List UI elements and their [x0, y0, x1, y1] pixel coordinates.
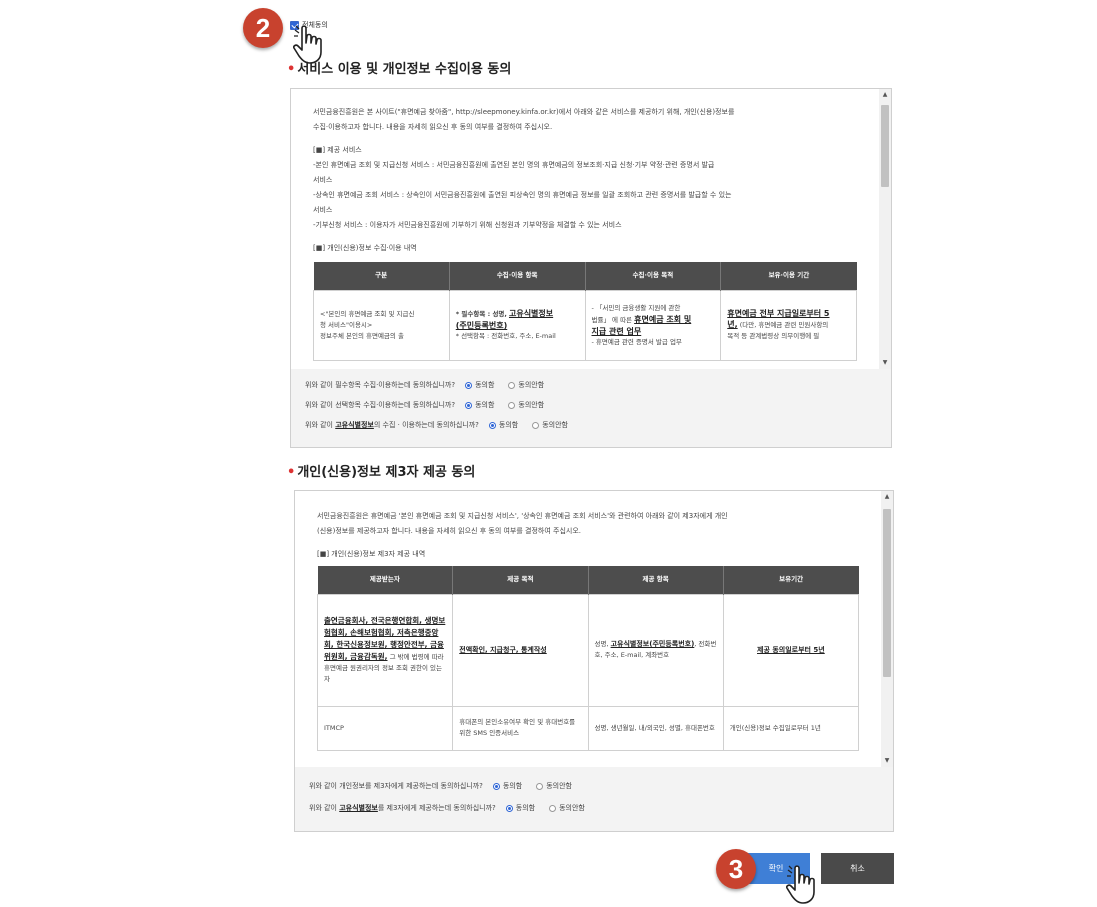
- service-heading: [■] 제공 서비스: [313, 146, 362, 154]
- third-party-scroll-area[interactable]: 서민금융진흥원은 휴면예금 '본인 휴면예금 조회 및 지급신청 서비스', '…: [295, 491, 881, 767]
- scroll-thumb[interactable]: [883, 509, 891, 677]
- consent-row-optional: 위와 같이 선택항목 수집·이용하는데 동의하십니까? 동의함 동의안함: [291, 395, 891, 415]
- table-header: 보유·이용 기간: [720, 262, 857, 290]
- table-cell: 고유식별정보: [508, 309, 554, 318]
- consent-options: 위와 같이 필수항목 수집·이용하는데 동의하십니까? 동의함 동의안함 위와 …: [291, 369, 891, 447]
- consent-question: 위와 같이 개인정보를 제3자에게 제공하는데 동의하십니까?: [309, 782, 483, 790]
- service-item: 서비스: [313, 176, 333, 184]
- table-cell: - 「서민의 금융생활 지원에 관한: [591, 303, 681, 312]
- intro-text: (신용)정보를 제공하고자 합니다. 내용을 자세히 읽으신 후 동의 여부를 …: [317, 527, 582, 535]
- hand-pointer-icon: [786, 865, 815, 904]
- collection-table: 구분 수집·이용 항목 수집·이용 목적 보유·이용 기간 <"본인의 휴면예금…: [313, 262, 857, 361]
- table-cell: 목적 등 관계법령상 의무이행에 필: [727, 332, 820, 340]
- scroll-up-icon[interactable]: ▲: [881, 491, 893, 503]
- table-cell: * 필수항목 : 성명,: [455, 310, 507, 318]
- consent-question: 위와 같이 필수항목 수집·이용하는데 동의하십니까?: [305, 381, 456, 389]
- service-item: -상속인 휴면예금 조회 서비스 : 상속인이 서민금융진흥원에 출연된 피상속…: [313, 191, 732, 199]
- service-consent-scroll-area[interactable]: 서민금융진흥원은 본 사이트("휴면예금 찾아줌", http://sleepm…: [291, 89, 879, 369]
- consent-row-unique-id: 위와 같이 고유식별정보의 수집 · 이용하는데 동의하십니까? 동의함 동의안…: [291, 415, 891, 435]
- disagree-radio[interactable]: 동의안함: [536, 781, 572, 791]
- table-heading: [■] 개인(신용)정보 제3자 제공 내역: [317, 550, 426, 558]
- section-2-title: • 개인(신용)정보 제3자 제공 동의: [287, 465, 476, 480]
- table-header: 제공받는자: [317, 566, 454, 594]
- scrollbar[interactable]: ▲ ▼: [881, 491, 893, 767]
- table-cell: 청 서비스"이용시>: [320, 320, 373, 329]
- table-header: 제공 목적: [452, 566, 589, 594]
- intro-text: 수집·이용하고자 합니다. 내용을 자세히 읽으신 후 동의 여부를 결정하여 …: [313, 123, 553, 131]
- scrollbar[interactable]: ▲ ▼: [879, 89, 891, 369]
- consent-question: 위와 같이 고유식별정보를 제3자에게 제공하는데 동의하십니까?: [309, 804, 496, 812]
- cancel-button[interactable]: 취소: [821, 853, 894, 884]
- table-header: 구분: [313, 262, 450, 290]
- table-row: ITMCP 휴대폰의 본인소유여부 확인 및 휴대번호를 위한 SMS 인증서비…: [316, 705, 860, 751]
- service-consent-panel: 서민금융진흥원은 본 사이트("휴면예금 찾아줌", http://sleepm…: [290, 88, 892, 448]
- third-party-consent-panel: 서민금융진흥원은 휴면예금 '본인 휴면예금 조회 및 지급신청 서비스', '…: [294, 490, 894, 832]
- service-item: 서비스: [313, 206, 333, 214]
- service-item: -기부신청 서비스 : 이용자가 서민금융진흥원에 기부하기 위해 신청원과 기…: [313, 221, 622, 229]
- table-header: 수집·이용 목적: [585, 262, 722, 290]
- table-row: <"본인의 휴면예금 조회 및 지급신 청 서비스"이용시> 정보주체 본인의 …: [313, 289, 857, 361]
- table-cell: 정보주체 본인의 휴면예금의 출: [320, 331, 404, 340]
- disagree-radio[interactable]: 동의안함: [508, 400, 544, 410]
- table-cell: 지급 관련 업무: [591, 326, 642, 336]
- table-header: 보유기간: [723, 566, 859, 594]
- table-heading: [■] 개인(신용)정보 수집·이용 내역: [313, 244, 417, 252]
- table-row: 출연금융회사, 전국은행연합회, 생명보험협회, 손해보험협회, 저축은행중앙회…: [316, 593, 860, 707]
- scroll-thumb[interactable]: [881, 105, 889, 187]
- scroll-up-icon[interactable]: ▲: [879, 89, 891, 101]
- table-cell: 휴면예금 전부 지급일로부터 5: [727, 309, 830, 318]
- disagree-radio[interactable]: 동의안함: [549, 803, 585, 813]
- table-cell: - 휴면예금 관련 증명서 발급 업무: [591, 337, 682, 346]
- consent-question: 위와 같이 선택항목 수집·이용하는데 동의하십니까?: [305, 401, 456, 409]
- table-cell: 개인(신용)정보 수집일로부터 1년: [722, 705, 860, 751]
- disagree-radio[interactable]: 동의안함: [532, 420, 568, 430]
- table-cell: 제공 동의일로부터 5년: [757, 645, 825, 654]
- table-cell: 전액확인, 지급청구, 통계작성: [459, 645, 547, 654]
- step-2-badge: 2: [243, 8, 283, 48]
- table-cell: (다만, 휴면예금 관련 민원사항의: [739, 321, 829, 329]
- scroll-down-icon[interactable]: ▼: [881, 755, 893, 767]
- section-1-title: • 서비스 이용 및 개인정보 수집이용 동의: [287, 62, 512, 77]
- agree-radio[interactable]: 동의함: [505, 803, 535, 813]
- table-cell: ITMCP: [316, 705, 454, 751]
- table-cell: 휴대폰의 본인소유여부 확인 및 휴대번호를 위한 SMS 인증서비스: [452, 705, 589, 751]
- table-cell: 년,: [727, 320, 738, 329]
- scroll-down-icon[interactable]: ▼: [879, 357, 891, 369]
- table-cell: 성명, 생년월일, 내/외국인, 성별, 휴대폰번호: [587, 705, 724, 751]
- consent-question: 위와 같이 고유식별정보의 수집 · 이용하는데 동의하십니까?: [305, 421, 479, 429]
- consent-row-unique-id: 위와 같이 고유식별정보를 제3자에게 제공하는데 동의하십니까? 동의함 동의…: [295, 797, 893, 819]
- service-item: -본인 휴면예금 조회 및 지급신청 서비스 : 서민금융진흥원에 출연된 본인…: [313, 161, 715, 169]
- consent-options: 위와 같이 개인정보를 제3자에게 제공하는데 동의하십니까? 동의함 동의안함…: [295, 767, 893, 831]
- table-header: 제공 항목: [588, 566, 724, 594]
- third-party-table: 제공받는자 제공 목적 제공 항목 보유기간 출연금융회사, 전국은행연합회, …: [316, 566, 860, 751]
- table-cell: 법률」 에 따른: [591, 315, 633, 324]
- agree-radio[interactable]: 동의함: [488, 420, 518, 430]
- intro-text: 서민금융진흥원은 휴면예금 '본인 휴면예금 조회 및 지급신청 서비스', '…: [317, 512, 728, 520]
- table-cell: * 선택항목 : 전화번호, 주소, E-mail: [455, 332, 556, 340]
- table-cell: 고유식별정보(주민등록번호): [610, 640, 695, 648]
- step-3-badge: 3: [716, 849, 756, 889]
- agree-radio[interactable]: 동의함: [465, 380, 494, 390]
- table-cell: (주민등록번호): [455, 321, 508, 330]
- table-cell: <"본인의 휴면예금 조회 및 지급신: [320, 309, 415, 318]
- disagree-radio[interactable]: 동의안함: [508, 380, 544, 390]
- consent-row-required: 위와 같이 필수항목 수집·이용하는데 동의하십니까? 동의함 동의안함: [291, 375, 891, 395]
- agree-radio[interactable]: 동의함: [492, 781, 522, 791]
- table-header: 수집·이용 항목: [449, 262, 586, 290]
- agree-radio[interactable]: 동의함: [465, 400, 494, 410]
- table-cell: 휴면예금 조회 및: [634, 314, 692, 324]
- consent-row-third-party: 위와 같이 개인정보를 제3자에게 제공하는데 동의하십니까? 동의함 동의안함: [295, 775, 893, 797]
- table-cell: 성명,: [594, 640, 609, 648]
- intro-text: 서민금융진흥원은 본 사이트("휴면예금 찾아줌", http://sleepm…: [313, 108, 735, 116]
